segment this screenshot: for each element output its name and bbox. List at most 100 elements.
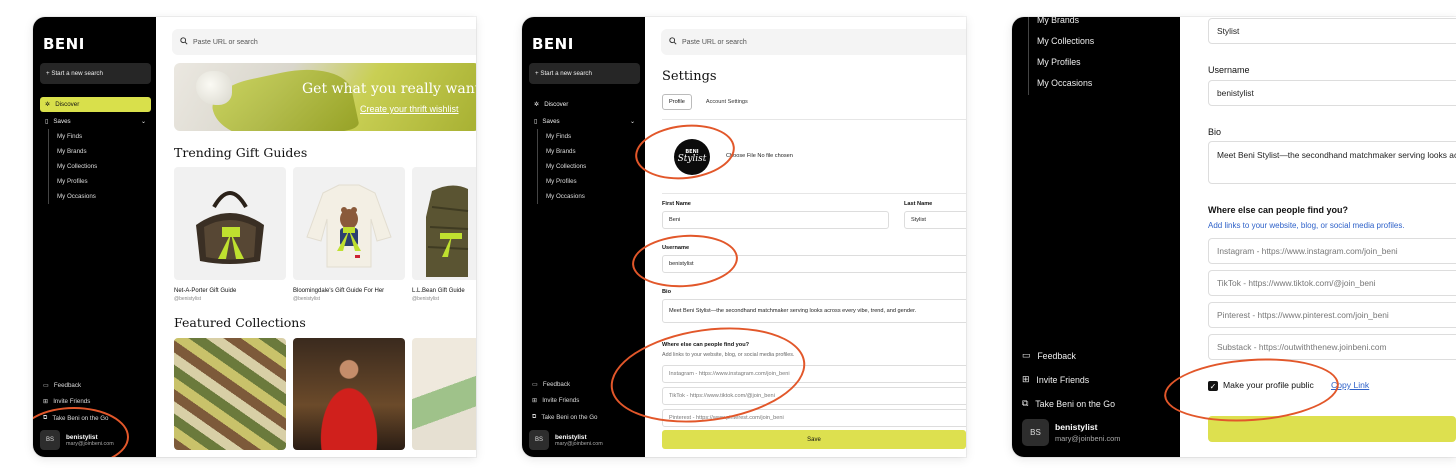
discover-screen: BENI + Start a new search ✲ Discover ▯ S… (33, 17, 476, 457)
sidebar-item-discover[interactable]: ✲ Discover (529, 97, 640, 112)
gift-icon: ⊞ (1022, 374, 1030, 384)
hero-banner[interactable]: Get what you really want this Create you… (174, 63, 476, 131)
sidebar-item-label: Discover (544, 101, 569, 108)
bio-field[interactable]: Meet Beni Stylist—the secondhand matchma… (1208, 141, 1456, 184)
choose-file-button[interactable]: Choose File No file chosen (726, 153, 793, 159)
take-beni-link[interactable]: ⧉ Take Beni on the Go (1022, 398, 1115, 409)
new-search-button[interactable]: + Start a new search (529, 63, 640, 84)
sidebar: BENI + Start a new search ✲ Discover ▯ S… (33, 17, 156, 457)
user-email: mary@joinbeni.com (555, 440, 603, 447)
hero-link[interactable]: Create your thrift wishlist (360, 104, 459, 114)
sidebar-item-my-collections[interactable]: My Collections (57, 159, 97, 174)
sidebar-item-discover[interactable]: ✲ Discover (40, 97, 151, 112)
sidebar-item-my-finds[interactable]: My Finds (546, 129, 586, 144)
sidebar-item-my-brands[interactable]: My Brands (57, 144, 97, 159)
username-field[interactable]: benistylist (1208, 80, 1456, 106)
settings-tabs: Profile Account Settings (662, 94, 754, 110)
search-icon (669, 37, 677, 47)
tiktok-field[interactable]: TikTok - https://www.tiktok.com/@join_be… (662, 387, 966, 405)
sidebar-item-my-profiles[interactable]: My Profiles (57, 174, 97, 189)
bio-field[interactable]: Meet Beni Stylist—the secondhand matchma… (662, 299, 966, 323)
profile-photo[interactable]: BENI Stylist (674, 139, 710, 175)
sidebar-item-saves[interactable]: ▯ Saves ⌄ (40, 115, 151, 127)
sidebar-item-label: Saves (542, 117, 560, 125)
beni-logo[interactable]: BENI (43, 35, 85, 53)
feedback-link[interactable]: ▭ Feedback (1022, 350, 1076, 361)
sidebar-item-my-profiles[interactable]: My Profiles (546, 174, 586, 189)
username-field[interactable]: benistylist (662, 255, 966, 273)
instagram-field[interactable]: Instagram - https://www.instagram.com/jo… (1208, 238, 1456, 264)
guide-title[interactable]: Net-A-Porter Gift Guide (174, 288, 236, 294)
collection-card-green-dress[interactable] (412, 338, 476, 450)
sidebar-item-my-collections[interactable]: My Collections (1037, 36, 1094, 46)
feedback-label: Feedback (53, 382, 82, 389)
search-input[interactable]: Paste URL or search (172, 29, 476, 55)
sidebar-item-my-profiles[interactable]: My Profiles (1037, 57, 1081, 67)
save-button[interactable]: Save (662, 430, 966, 449)
links-label: Where else can people find you? (1208, 205, 1349, 215)
sweater-image (306, 184, 392, 268)
chat-icon: ▭ (1022, 350, 1031, 360)
guide-card-bloomingdales[interactable] (293, 167, 405, 280)
save-button[interactable] (1208, 416, 1456, 442)
user-profile[interactable]: BS benistylist mary@joinbeni.com (529, 430, 603, 450)
user-email: mary@joinbeni.com (1055, 434, 1121, 443)
invite-friends-link[interactable]: ⊞ Invite Friends (1022, 374, 1089, 385)
feedback-link[interactable]: ▭ Feedback (43, 382, 81, 389)
pinterest-field[interactable]: Pinterest - https://www.pinterest.com/jo… (1208, 302, 1456, 328)
guide-handle: @benistylist (293, 296, 321, 302)
take-beni-link[interactable]: ⧉ Take Beni on the Go (43, 414, 109, 422)
links-label: Where else can people find you? (662, 342, 750, 348)
last-name-field[interactable]: Stylist (904, 211, 966, 229)
guide-title[interactable]: L.L.Bean Gift Guide (412, 288, 465, 294)
copy-link[interactable]: Copy Link (1331, 380, 1369, 390)
username-label: Username (662, 245, 690, 251)
jacket-image (426, 185, 469, 277)
checkmark-icon: ✓ (1209, 381, 1217, 391)
substack-field[interactable]: Substack - https://outwiththenew.joinben… (1208, 334, 1456, 360)
instagram-field[interactable]: Instagram - https://www.instagram.com/jo… (662, 365, 966, 383)
search-placeholder: Paste URL or search (193, 38, 258, 46)
links-helper: Add links to your website, blog, or soci… (1208, 221, 1405, 230)
last-name-field[interactable]: Stylist (1208, 18, 1456, 44)
sidebar-item-my-occasions[interactable]: My Occasions (57, 189, 97, 204)
sidebar-item-label: Saves (53, 117, 71, 125)
feedback-label: Feedback (1037, 350, 1076, 361)
guide-title[interactable]: Bloomingdale's Gift Guide For Her (293, 288, 384, 294)
beni-logo[interactable]: BENI (532, 35, 574, 53)
user-profile[interactable]: BS benistylist mary@joinbeni.com (40, 430, 114, 450)
invite-label: Invite Friends (1036, 374, 1090, 385)
invite-friends-link[interactable]: ⊞ Invite Friends (532, 397, 579, 404)
feedback-link[interactable]: ▭ Feedback (532, 381, 570, 388)
pinterest-field[interactable]: Pinterest - https://www.pinterest.com/jo… (662, 409, 966, 427)
guide-card-netaporter[interactable] (174, 167, 286, 280)
tiktok-field[interactable]: TikTok - https://www.tiktok.com/@join_be… (1208, 270, 1456, 296)
avatar[interactable]: BS (1022, 419, 1049, 446)
sidebar: BENI + Start a new search ✲ Discover ▯ S… (522, 17, 645, 457)
collection-card-red-dress[interactable] (293, 338, 405, 450)
guide-card-llbean[interactable] (412, 167, 476, 280)
sidebar-item-my-collections[interactable]: My Collections (546, 159, 586, 174)
avatar: BS (529, 430, 549, 450)
sidebar-item-my-occasions[interactable]: My Occasions (546, 189, 586, 204)
search-input[interactable]: Paste URL or search (661, 29, 966, 55)
sidebar-item-my-occasions[interactable]: My Occasions (1037, 78, 1092, 88)
sidebar-item-my-finds[interactable]: My Finds (57, 129, 97, 144)
bookmark-icon: ▯ (534, 117, 538, 125)
tab-account-settings[interactable]: Account Settings (700, 95, 754, 109)
sidebar-item-saves[interactable]: ▯ Saves ⌄ (529, 115, 640, 127)
username-label: Username (1208, 65, 1250, 75)
tab-profile[interactable]: Profile (662, 94, 692, 110)
devices-icon: ⧉ (1022, 398, 1029, 408)
new-search-button[interactable]: + Start a new search (40, 63, 151, 84)
sidebar-item-my-brands[interactable]: My Brands (546, 144, 586, 159)
settings-zoomed-screen: My Brands My Collections My Profiles My … (1012, 17, 1456, 457)
sidebar-item-my-brands[interactable]: My Brands (1037, 17, 1079, 25)
take-beni-link[interactable]: ⧉ Take Beni on the Go (532, 413, 598, 421)
devices-icon: ⧉ (532, 413, 537, 420)
settings-main: Paste URL or search Settings Profile Acc… (645, 17, 966, 457)
invite-friends-link[interactable]: ⊞ Invite Friends (43, 398, 90, 405)
collection-card-sweater[interactable] (174, 338, 286, 450)
public-profile-checkbox[interactable]: ✓ (1208, 381, 1218, 391)
first-name-field[interactable]: Beni (662, 211, 889, 229)
